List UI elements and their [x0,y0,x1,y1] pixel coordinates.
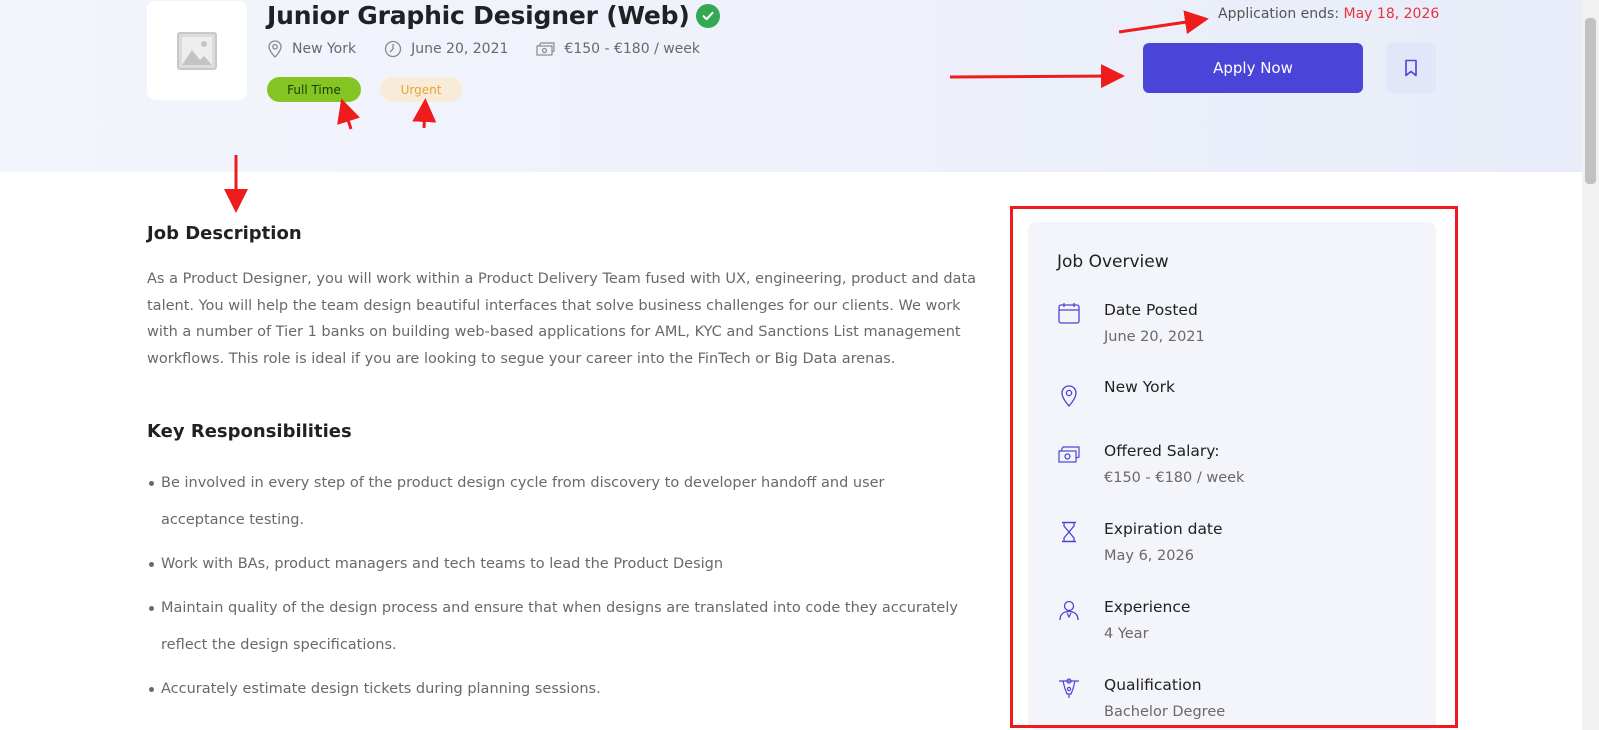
job-description-text: As a Product Designer, you will work wit… [147,271,977,367]
image-placeholder-icon [177,31,217,70]
list-item: Be involved in every step of the product… [147,465,967,539]
job-title: Junior Graphic Designer (Web) [267,1,690,30]
tag-urgent: Urgent [380,77,462,102]
scrollbar-thumb[interactable] [1585,18,1596,184]
application-deadline: Application ends: May 18, 2026 [1218,6,1440,22]
page-scrollbar[interactable] [1582,0,1599,730]
list-item: Maintain quality of the design process a… [147,590,967,664]
apply-now-button[interactable]: Apply Now [1143,43,1363,93]
clock-icon [384,40,402,58]
job-date: June 20, 2021 [384,40,508,58]
annotation-highlight-box [1010,206,1458,728]
bookmark-button[interactable] [1386,43,1436,93]
job-description-heading: Job Description [147,223,302,244]
list-item: Accurately estimate design tickets durin… [147,671,967,708]
job-location: New York [267,40,356,58]
job-header: Junior Graphic Designer (Web) New York J… [0,0,1599,172]
tag-full-time: Full Time [267,77,361,102]
deadline-date: May 18, 2026 [1343,6,1440,22]
key-responsibilities-heading: Key Responsibilities [147,421,352,442]
map-pin-icon [268,40,282,58]
company-logo [147,1,247,100]
bookmark-icon [1405,59,1417,77]
responsibilities-list: Be involved in every step of the product… [147,465,967,715]
money-icon [536,42,556,56]
verified-check-icon [695,3,720,28]
list-item: Work with BAs, product managers and tech… [147,546,967,583]
job-salary: €150 - €180 / week [536,41,700,57]
